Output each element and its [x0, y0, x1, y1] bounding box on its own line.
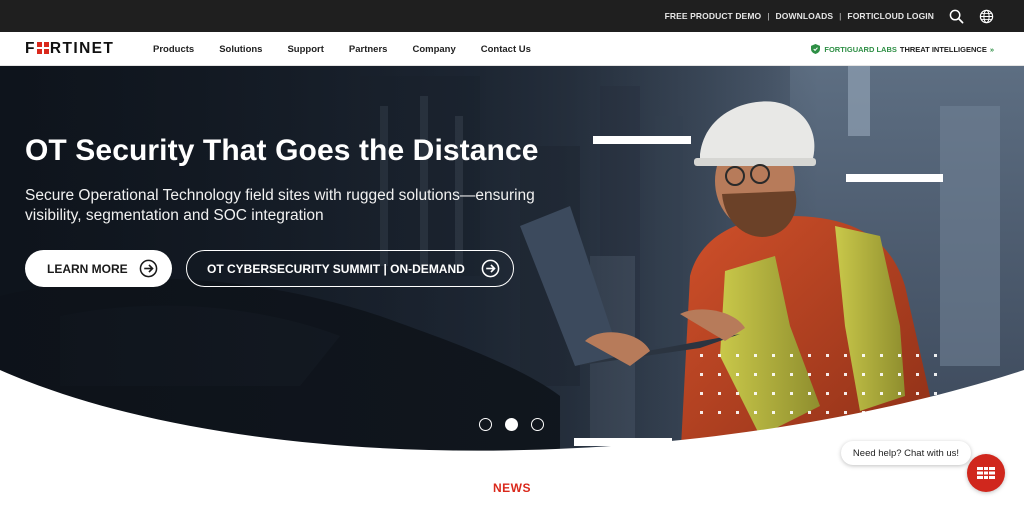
fortiguard-threat-intel-link[interactable]: FORTIGUARD LABS THREAT INTELLIGENCE »	[811, 32, 994, 66]
utility-separator: |	[767, 11, 770, 21]
fortinet-chat-icon	[977, 467, 995, 479]
shield-icon	[811, 44, 821, 54]
logo-grid-mark	[36, 41, 49, 54]
carousel-dot-2[interactable]	[505, 418, 518, 431]
forticloud-login-link[interactable]: FORTICLOUD LOGIN	[847, 11, 934, 21]
chat-launcher-button[interactable]	[967, 454, 1005, 492]
search-icon[interactable]	[948, 8, 964, 24]
fortiguard-labs-label: FORTIGUARD LABS	[824, 44, 897, 54]
arrow-right-circle-icon	[139, 259, 158, 278]
ot-summit-button[interactable]: OT CYBERSECURITY SUMMIT | ON-DEMAND	[186, 250, 514, 287]
ot-summit-label: OT CYBERSECURITY SUMMIT | ON-DEMAND	[207, 261, 465, 276]
carousel-dot-1[interactable]	[479, 418, 492, 431]
fortinet-logo[interactable]: F RTINET	[25, 40, 115, 57]
hero-title: OT Security That Goes the Distance	[25, 134, 539, 167]
learn-more-button[interactable]: LEARN MORE	[25, 250, 172, 287]
chevron-right-icon: »	[989, 44, 994, 54]
nav-menu: Products Solutions Support Partners Comp…	[153, 32, 556, 66]
main-navbar: F RTINET Products Solutions Support Partn…	[0, 32, 1024, 66]
nav-item-contact-us[interactable]: Contact Us	[481, 44, 531, 55]
threat-intelligence-label: THREAT INTELLIGENCE	[899, 44, 987, 54]
nav-item-partners[interactable]: Partners	[349, 44, 388, 55]
downloads-link[interactable]: DOWNLOADS	[776, 11, 834, 21]
globe-icon[interactable]	[978, 8, 994, 24]
nav-item-support[interactable]: Support	[287, 44, 323, 55]
learn-more-label: LEARN MORE	[47, 261, 128, 276]
nav-item-solutions[interactable]: Solutions	[219, 44, 262, 55]
nav-item-products[interactable]: Products	[153, 44, 194, 55]
chat-help-bubble[interactable]: Need help? Chat with us!	[841, 441, 971, 465]
utility-separator: |	[839, 11, 842, 21]
hero-subtitle: Secure Operational Technology field site…	[25, 187, 535, 224]
top-utility-bar: FREE PRODUCT DEMO | DOWNLOADS | FORTICLO…	[0, 0, 1024, 32]
utility-links: FREE PRODUCT DEMO | DOWNLOADS | FORTICLO…	[665, 8, 994, 24]
news-heading: NEWS	[493, 481, 531, 495]
free-product-demo-link[interactable]: FREE PRODUCT DEMO	[665, 11, 762, 21]
arrow-right-circle-icon	[481, 259, 500, 278]
nav-item-company[interactable]: Company	[412, 44, 455, 55]
carousel-dot-3[interactable]	[531, 418, 544, 431]
chat-help-text: Need help? Chat with us!	[852, 447, 960, 459]
logo-wordmark: F RTINET	[25, 40, 115, 57]
